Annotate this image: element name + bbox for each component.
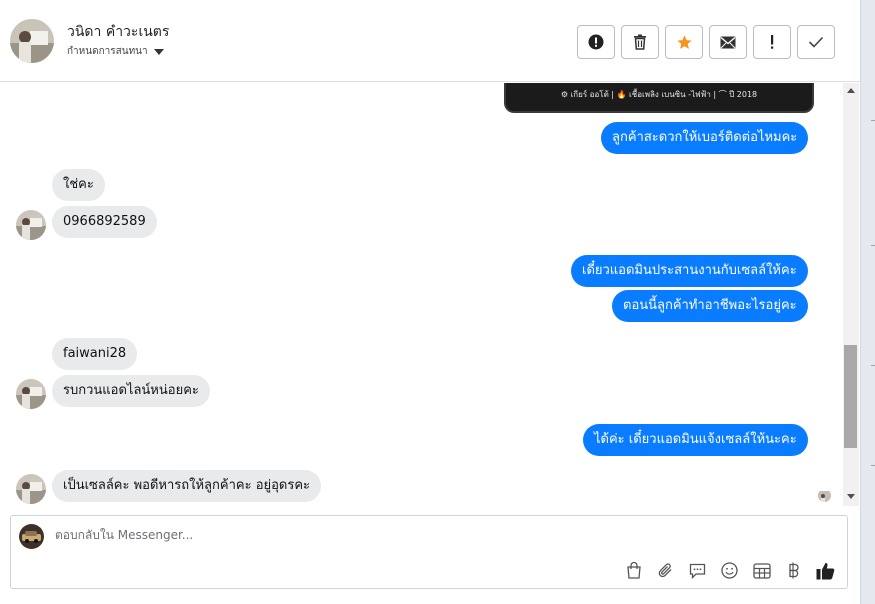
edge-mark: [871, 120, 875, 121]
conversation-header: วนิดา คำวะเนตร กำหนดการสนทนา: [0, 0, 860, 82]
composer-tools: [623, 560, 836, 581]
window-edge: [860, 0, 875, 604]
caret-down-icon: [153, 48, 164, 55]
emoji-button[interactable]: [719, 560, 740, 581]
message-incoming: รบกวนแอดไลน์หน่อยคะ: [52, 375, 210, 407]
conversation-panel: วนิดา คำวะเนตร กำหนดการสนทนา ⚙ เกียร์ ออ…: [0, 0, 860, 604]
envelope-icon: [720, 36, 736, 48]
message-incoming: ใช่คะ: [52, 169, 105, 201]
sender-avatar: [16, 210, 46, 240]
sender-avatar: [16, 474, 46, 504]
message-outgoing: ตอนนี้ลูกค้าทำอาชีพอะไรอยู่คะ: [612, 290, 808, 322]
delete-button[interactable]: [621, 25, 659, 59]
message-outgoing: ได้ค่ะ เดี๋ยวแอดมินแจ้งเซลล์ให้นะคะ: [583, 424, 808, 456]
shopping-bag-icon: [626, 562, 641, 579]
read-receipt-avatar: [818, 489, 831, 502]
message-outgoing: เดี๋ยวแอดมินประสานงานกับเซลล์ให้คะ: [571, 255, 808, 287]
attach-button[interactable]: [655, 560, 676, 581]
table-button[interactable]: [751, 560, 772, 581]
contact-avatar[interactable]: [10, 19, 54, 63]
baht-icon: [788, 562, 799, 579]
message-incoming: เป็นเซลล์คะ พอดีหารถให้ลูกค้าคะ อยู่อุดร…: [52, 470, 322, 502]
message-incoming: faiwani28: [52, 338, 138, 370]
smiley-icon: [721, 562, 738, 579]
table-icon: [752, 562, 771, 579]
star-button[interactable]: [665, 25, 703, 59]
message-outgoing: ลูกค้าสะดวกให้เบอร์ติดต่อไหมคะ: [601, 122, 809, 154]
star-icon: [676, 34, 692, 49]
scroll-up-arrow-icon[interactable]: [847, 88, 855, 93]
scroll-thumb[interactable]: [844, 345, 857, 448]
chat-bubble-icon: [689, 563, 706, 579]
message-list[interactable]: ⚙ เกียร์ ออโต้ | 🔥 เชื้อเพลิง เบนซิน -ไฟ…: [0, 83, 842, 508]
reply-composer: [10, 515, 848, 589]
alert-circle-icon: [588, 34, 604, 50]
page-avatar: [19, 524, 44, 549]
paperclip-icon: [658, 563, 672, 578]
product-specs: ⚙ เกียร์ ออโต้ | 🔥 เชื้อเพลิง เบนซิน -ไฟ…: [560, 90, 758, 99]
sender-avatar: [16, 379, 46, 409]
payment-button[interactable]: [783, 560, 804, 581]
edge-mark: [871, 465, 875, 466]
trash-icon: [634, 34, 646, 50]
report-button[interactable]: [577, 25, 615, 59]
mark-done-button[interactable]: [797, 25, 835, 59]
exclamation-icon: [771, 35, 774, 49]
scroll-down-arrow-icon[interactable]: [847, 494, 855, 499]
saved-replies-button[interactable]: [687, 560, 708, 581]
check-icon: [808, 36, 824, 48]
like-button[interactable]: [815, 560, 836, 581]
email-button[interactable]: [709, 25, 747, 59]
message-incoming: 0966892589: [52, 206, 157, 238]
message-scrollbar[interactable]: [843, 83, 859, 506]
thumbs-up-icon: [816, 562, 835, 579]
edge-mark: [871, 365, 875, 366]
contact-name: วนิดา คำวะเนตร: [67, 24, 170, 40]
product-button[interactable]: [623, 560, 644, 581]
mark-important-button[interactable]: [753, 25, 791, 59]
conversation-schedule-label: กำหนดการสนทนา: [67, 46, 148, 57]
header-actions: [577, 25, 835, 59]
conversation-schedule-dropdown[interactable]: กำหนดการสนทนา: [67, 44, 164, 59]
product-card[interactable]: ⚙ เกียร์ ออโต้ | 🔥 เชื้อเพลิง เบนซิน -ไฟ…: [504, 83, 814, 113]
edge-mark: [871, 245, 875, 246]
reply-input[interactable]: [55, 528, 615, 542]
